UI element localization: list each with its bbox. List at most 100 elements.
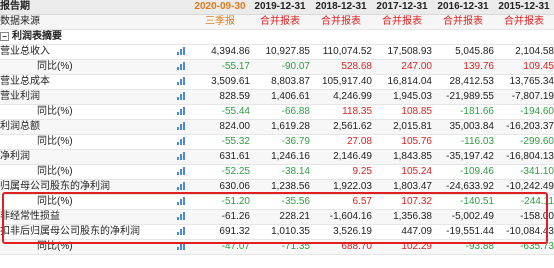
- row-label: 非经常性损益: [0, 209, 172, 225]
- value-cell: -16,804.13: [494, 149, 554, 165]
- table-row: 同比(%) -55.32 -36.79 27.08 105.76 -116.03 -299.…: [0, 134, 554, 150]
- value-cell: 1,356.38: [372, 209, 432, 225]
- value-cell: -140.51: [432, 194, 494, 210]
- value-cell: -61.26: [190, 209, 250, 225]
- value-cell: -116.03: [432, 134, 494, 150]
- bar-chart-icon[interactable]: [176, 242, 186, 251]
- bar-chart-icon[interactable]: [176, 182, 186, 191]
- value-cell: 1,246.16: [250, 149, 310, 165]
- table-row: 利润总额 824.00 1,619.28 2,561.62 2,015.81 35,003…: [0, 119, 554, 135]
- row-label: 营业利润: [0, 89, 172, 105]
- source-cell[interactable]: 合并报表: [494, 14, 554, 30]
- value-cell: 139.76: [432, 59, 494, 75]
- period-header[interactable]: 2018-12-31: [310, 0, 372, 15]
- row-label: 同比(%): [0, 239, 172, 255]
- value-cell: 1,922.03: [310, 179, 372, 195]
- source-cell[interactable]: 合并报表: [432, 14, 494, 30]
- collapse-icon[interactable]: −: [0, 31, 9, 41]
- value-cell: -109.46: [432, 164, 494, 180]
- value-cell: 2,104.58: [494, 44, 554, 60]
- value-cell: 3,526.19: [310, 224, 372, 240]
- row-label: 净利润: [0, 149, 172, 165]
- row-label: 同比(%): [0, 134, 172, 150]
- bar-chart-icon[interactable]: [176, 92, 186, 101]
- value-cell: 824.00: [190, 119, 250, 135]
- value-cell: 228.21: [250, 209, 310, 225]
- value-cell: -5,002.49: [432, 209, 494, 225]
- value-cell: 5,045.86: [432, 44, 494, 60]
- value-cell: -55.32: [190, 134, 250, 150]
- table-row: 净利润 631.61 1,246.16 2,146.49 1,843.85 -35,197…: [0, 149, 554, 165]
- value-cell: 4,394.86: [190, 44, 250, 60]
- period-header-row: 报告期 2020-09-30 2019-12-31 2018-12-31 201…: [0, 0, 554, 15]
- bar-chart-icon[interactable]: [176, 137, 186, 146]
- bar-chart-icon[interactable]: [176, 212, 186, 221]
- value-cell: 691.32: [190, 224, 250, 240]
- value-cell: 109.45: [494, 59, 554, 75]
- bar-chart-icon[interactable]: [176, 47, 186, 56]
- value-cell: -90.07: [250, 59, 310, 75]
- source-cell[interactable]: 合并报表: [310, 14, 372, 30]
- value-cell: 118.35: [310, 104, 372, 120]
- value-cell: 1,803.47: [372, 179, 432, 195]
- bar-chart-icon[interactable]: [176, 227, 186, 236]
- period-header[interactable]: 2015-12-31: [494, 0, 554, 15]
- value-cell: -299.60: [494, 134, 554, 150]
- value-cell: -55.44: [190, 104, 250, 120]
- period-header[interactable]: 2020-09-30: [190, 0, 250, 15]
- value-cell: 28,412.53: [432, 74, 494, 90]
- data-source-row: 数据来源 三季报 合并报表 合并报表 合并报表 合并报表 合并报表: [0, 14, 554, 30]
- value-cell: -47.07: [190, 239, 250, 255]
- table-row: 同比(%) -47.07 -71.35 688.70 102.29 -93.88 -635.…: [0, 239, 554, 255]
- source-cell[interactable]: 三季报: [190, 14, 250, 30]
- income-statement-table: 报告期 2020-09-30 2019-12-31 2018-12-31 201…: [0, 0, 554, 255]
- row-label: 营业总成本: [0, 74, 172, 90]
- value-cell: 9.25: [310, 164, 372, 180]
- value-cell: 2,561.62: [310, 119, 372, 135]
- period-header[interactable]: 2017-12-31: [372, 0, 432, 15]
- row-label: 营业总收入: [0, 44, 172, 60]
- row-label: 归属母公司股东的净利润: [0, 179, 172, 195]
- row-label: 利润总额: [0, 119, 172, 135]
- value-cell: 8,803.87: [250, 74, 310, 90]
- value-cell: -35,197.42: [432, 149, 494, 165]
- bar-chart-icon[interactable]: [176, 122, 186, 131]
- source-cell[interactable]: 合并报表: [250, 14, 310, 30]
- value-cell: 1,945.03: [372, 89, 432, 105]
- bar-chart-icon[interactable]: [176, 197, 186, 206]
- value-cell: -194.60: [494, 104, 554, 120]
- value-cell: 1,238.56: [250, 179, 310, 195]
- bar-chart-icon[interactable]: [176, 62, 186, 71]
- value-cell: -158.00: [494, 209, 554, 225]
- value-cell: 105.76: [372, 134, 432, 150]
- value-cell: 1,619.28: [250, 119, 310, 135]
- bar-chart-icon[interactable]: [176, 77, 186, 86]
- row-label: 同比(%): [0, 194, 172, 210]
- value-cell: 105.24: [372, 164, 432, 180]
- report-period-label: 报告期: [0, 0, 172, 15]
- value-cell: -1,604.16: [310, 209, 372, 225]
- value-cell: 108.85: [372, 104, 432, 120]
- value-cell: 110,074.52: [310, 44, 372, 60]
- value-cell: 1,010.35: [250, 224, 310, 240]
- value-cell: -66.88: [250, 104, 310, 120]
- value-cell: 35,003.84: [432, 119, 494, 135]
- value-cell: 4,246.99: [310, 89, 372, 105]
- value-cell: -24,633.92: [432, 179, 494, 195]
- table-row: 同比(%) -55.44 -66.88 118.35 108.85 -181.66 -194…: [0, 104, 554, 120]
- value-cell: 13,765.34: [494, 74, 554, 90]
- source-cell[interactable]: 合并报表: [372, 14, 432, 30]
- row-label: 扣非后归属母公司股东的净利润: [0, 224, 172, 240]
- row-label: 同比(%): [0, 59, 172, 75]
- value-cell: 247.00: [372, 59, 432, 75]
- table-row: 非经常性损益 -61.26 228.21 -1,604.16 1,356.38 -5,00…: [0, 209, 554, 225]
- table-row: 同比(%) -55.17 -90.07 528.68 247.00 139.76 109.4…: [0, 59, 554, 75]
- period-header[interactable]: 2019-12-31: [250, 0, 310, 15]
- period-header[interactable]: 2016-12-31: [432, 0, 494, 15]
- bar-chart-icon[interactable]: [176, 107, 186, 116]
- value-cell: 630.06: [190, 179, 250, 195]
- bar-chart-icon[interactable]: [176, 152, 186, 161]
- bar-chart-icon[interactable]: [176, 167, 186, 176]
- section-header-row[interactable]: − 利润表摘要: [0, 29, 554, 45]
- value-cell: -7,807.19: [494, 89, 554, 105]
